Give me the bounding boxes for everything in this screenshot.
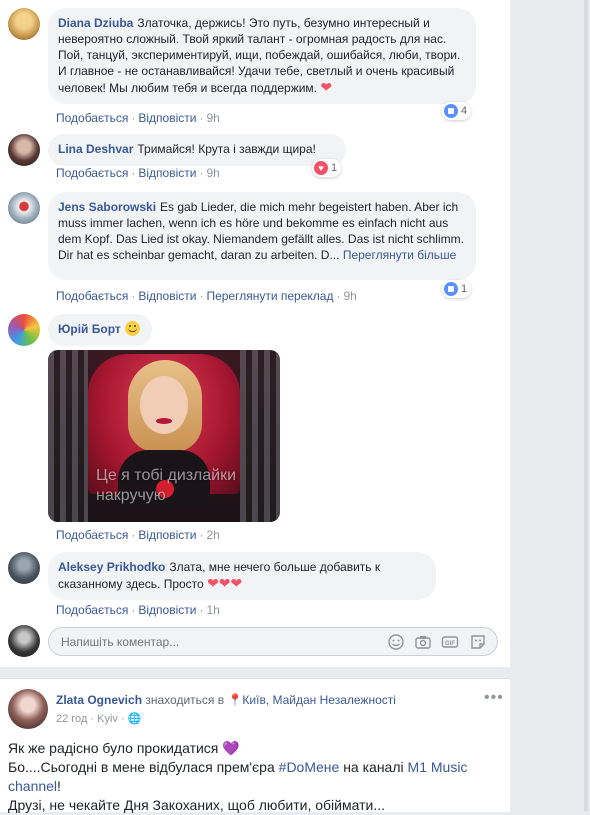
avatar[interactable] <box>8 8 40 40</box>
reply-link[interactable]: Відповісти <box>138 166 196 180</box>
post-meta: 22 год · Kyiv · 🌐 <box>56 713 142 725</box>
comment: Lina Deshvar Тримайся! Крута і завжди щир… <box>8 134 488 184</box>
like-link[interactable]: Подобається <box>56 166 128 180</box>
svg-text:GIF: GIF <box>445 641 455 647</box>
camera-icon[interactable] <box>414 633 432 651</box>
like-link[interactable]: Подобається <box>56 603 128 617</box>
meme-image[interactable]: Це я тобі дизлайки накручую <box>48 350 280 522</box>
timestamp[interactable]: 1h <box>206 603 219 617</box>
comment-author[interactable]: Lina Deshvar <box>58 142 133 156</box>
comment: Юрій Борт Це я тобі дизлайки накручую По… <box>8 314 488 544</box>
current-user-avatar[interactable] <box>8 625 40 657</box>
like-link[interactable]: Подобається <box>56 111 128 125</box>
comment-author[interactable]: Jens Saborowski <box>58 200 156 214</box>
post-author[interactable]: Zlata Ognevich <box>56 693 142 707</box>
heart-icon: ❤ <box>320 79 333 95</box>
comment-author[interactable]: Юрій Борт <box>58 322 121 336</box>
comment: Jens Saborowski Es gab Lieder, die mich m… <box>8 192 488 304</box>
comment-author[interactable]: Aleksey Prikhodko <box>58 560 165 574</box>
timestamp[interactable]: 9h <box>206 111 219 125</box>
reply-link[interactable]: Відповісти <box>138 603 196 617</box>
globe-icon: 🌐 <box>127 713 142 725</box>
comment-bubble: Jens Saborowski Es gab Lieder, die mich m… <box>48 192 476 280</box>
reaction-count[interactable]: 1 <box>442 280 472 298</box>
sticker-icon[interactable] <box>469 633 487 651</box>
like-link[interactable]: Подобається <box>56 528 128 542</box>
post-place[interactable]: Kyiv <box>97 713 118 725</box>
comment: Diana Dziuba Златочка, держись! Это путь,… <box>8 8 488 128</box>
comment: Aleksey Prikhodko Злата, мне нечего больш… <box>8 552 488 620</box>
comment-input[interactable] <box>59 634 363 650</box>
post-line: Друзі, не чекайте Дня Закоханих, щоб люб… <box>8 797 385 813</box>
comment-actions: Подобається · Відповісти · 9h <box>56 166 220 180</box>
purple-heart-icon: 💜 <box>222 740 240 756</box>
feed-post: Zlata Ognevich знаходиться в 📍Київ, Майд… <box>0 678 510 813</box>
translate-link[interactable]: Переглянути переклад <box>206 289 333 303</box>
timestamp[interactable]: 9h <box>343 289 356 303</box>
comment-actions: Подобається · Відповісти · 2h <box>56 528 220 542</box>
comments-panel: Diana Dziuba Златочка, держись! Это путь,… <box>0 0 510 667</box>
avatar[interactable] <box>8 552 40 584</box>
meme-caption: Це я тобі дизлайки <box>96 467 237 484</box>
post-options-icon[interactable]: ••• <box>484 689 504 707</box>
comment-bubble: Aleksey Prikhodko Злата, мне нечего больш… <box>48 552 436 600</box>
reaction-count[interactable]: ♥ 1 <box>312 159 342 177</box>
reply-link[interactable]: Відповісти <box>138 528 196 542</box>
reaction-count[interactable]: 4 <box>442 102 472 120</box>
avatar[interactable] <box>8 134 40 166</box>
post-author-avatar[interactable] <box>8 689 48 729</box>
post-line: Як же радісно було прокидатися 💜 <box>8 740 240 756</box>
comment-text: Тримайся! Крута і завжди щира! <box>137 142 316 156</box>
location-prefix: знаходиться в <box>145 693 225 707</box>
see-more-link[interactable]: Переглянути більше <box>343 248 457 262</box>
comment-bubble: Lina Deshvar Тримайся! Крута і завжди щир… <box>48 134 346 166</box>
comment-actions: Подобається · Відповісти · Переглянути перек… <box>56 289 357 303</box>
heart-icon: ❤❤❤ <box>207 575 243 591</box>
comment-input-box[interactable]: GIF <box>48 627 498 656</box>
location-pin-icon: 📍 <box>227 693 243 707</box>
reply-link[interactable]: Відповісти <box>138 289 196 303</box>
emoji-icon[interactable] <box>387 633 405 651</box>
comment-bubble: Diana Dziuba Златочка, держись! Это путь,… <box>48 8 476 104</box>
comment-author[interactable]: Diana Dziuba <box>58 16 133 30</box>
post-header: Zlata Ognevich знаходиться в 📍Київ, Майд… <box>56 693 396 707</box>
gif-icon[interactable]: GIF <box>441 633 459 651</box>
timestamp[interactable]: 2h <box>206 528 219 542</box>
post-time[interactable]: 22 год <box>56 713 87 725</box>
comment-actions: Подобається · Відповісти · 1h <box>56 603 220 617</box>
avatar[interactable] <box>8 314 40 346</box>
comment-bubble: Юрій Борт <box>48 314 152 346</box>
like-reaction-icon <box>444 104 458 118</box>
hashtag-link[interactable]: #DoMене <box>279 759 340 775</box>
reply-link[interactable]: Відповісти <box>138 111 196 125</box>
post-line: Бо....Сьогодні в мене відбулася прем'єра… <box>8 759 468 794</box>
avatar[interactable] <box>8 192 40 224</box>
love-reaction-icon: ♥ <box>314 161 328 175</box>
comment-actions: Подобається · Відповісти · 9h <box>56 111 220 125</box>
smiley-emoji-icon <box>124 321 140 336</box>
location-link[interactable]: Київ, Майдан Незалежності <box>242 693 396 707</box>
meme-caption: накручую <box>96 487 166 504</box>
like-link[interactable]: Подобається <box>56 289 128 303</box>
like-reaction-icon <box>444 282 458 296</box>
scrollbar[interactable] <box>510 0 590 811</box>
timestamp[interactable]: 9h <box>206 166 219 180</box>
